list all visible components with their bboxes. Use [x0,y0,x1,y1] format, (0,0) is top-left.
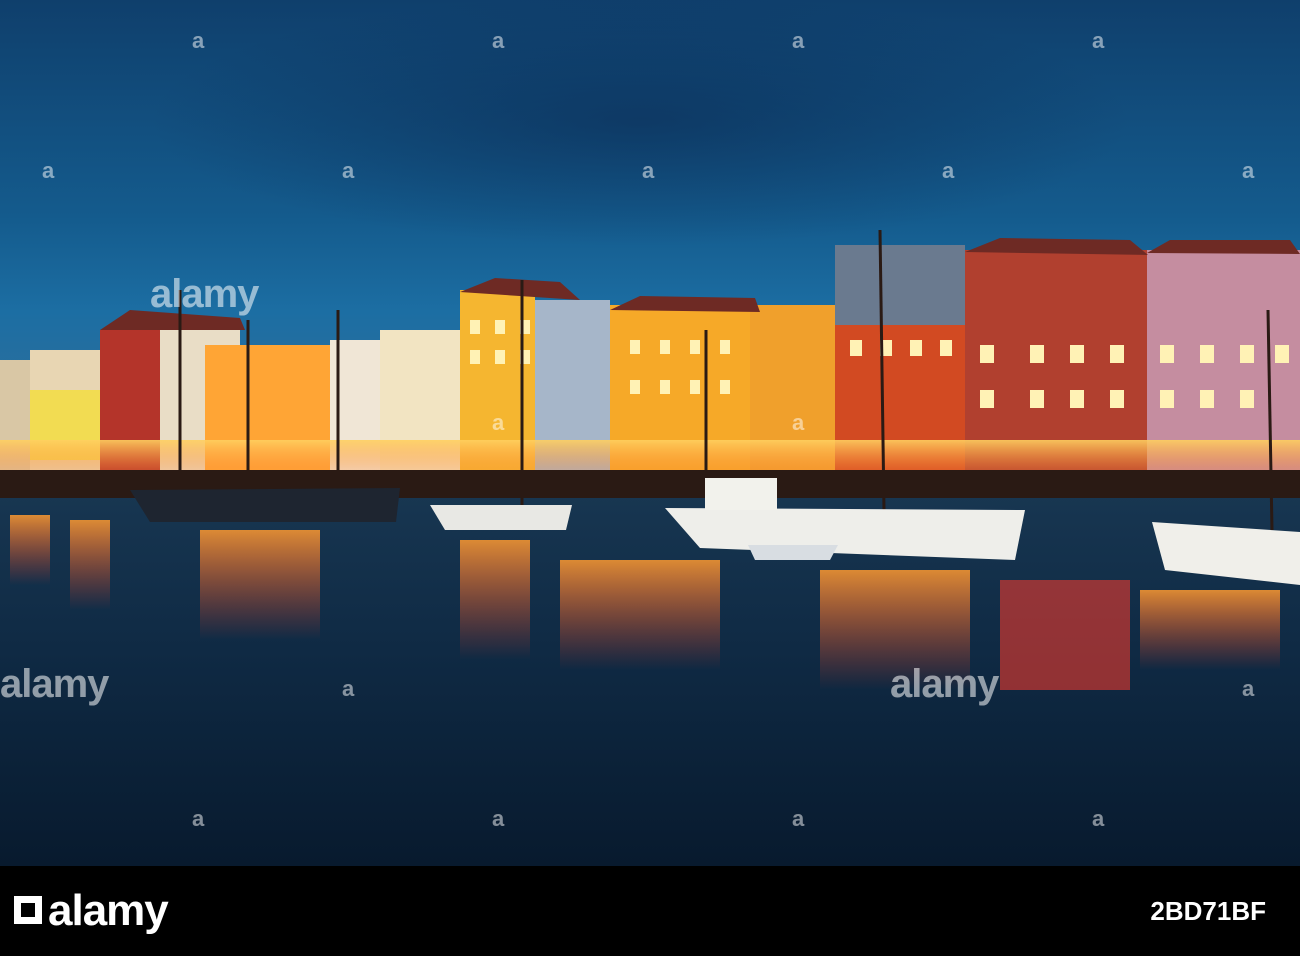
watermark-mark: a [192,28,204,53]
watermark-mark: a [42,158,54,183]
watermark-mark: a [942,158,954,183]
watermark-mark: a [192,806,204,831]
watermark-mark: a [792,806,804,831]
watermark-mark: a [1242,676,1254,701]
watermark-mark: a [792,28,804,53]
watermark-logo: alamy [0,662,109,706]
watermark-mark: a [792,410,804,435]
footer-bar: alamy 2BD71BF [0,866,1300,956]
page: a a a a a a a a a alamy a a alamy a alam… [0,0,1300,956]
alamy-logo-icon [14,896,42,924]
watermark-mark: a [642,158,654,183]
harbour-scene [0,229,1300,690]
canal-photo: a a a a a a a a a alamy a a alamy a alam… [0,0,1300,866]
watermark-logo: alamy [890,662,999,706]
water-reflections [10,515,1280,690]
watermark-mark: a [492,410,504,435]
image-id: 2BD71BF [1150,896,1266,926]
watermark-logo: alamy [150,272,259,316]
watermark-mark: a [492,806,504,831]
watermark-mark: a [492,28,504,53]
watermark-mark: a [342,158,354,183]
watermark-mark: a [1092,28,1104,53]
watermark-mark: a [1092,806,1104,831]
footer-logo: alamy [48,886,169,935]
watermark-mark: a [1242,158,1254,183]
watermark-mark: a [342,676,354,701]
